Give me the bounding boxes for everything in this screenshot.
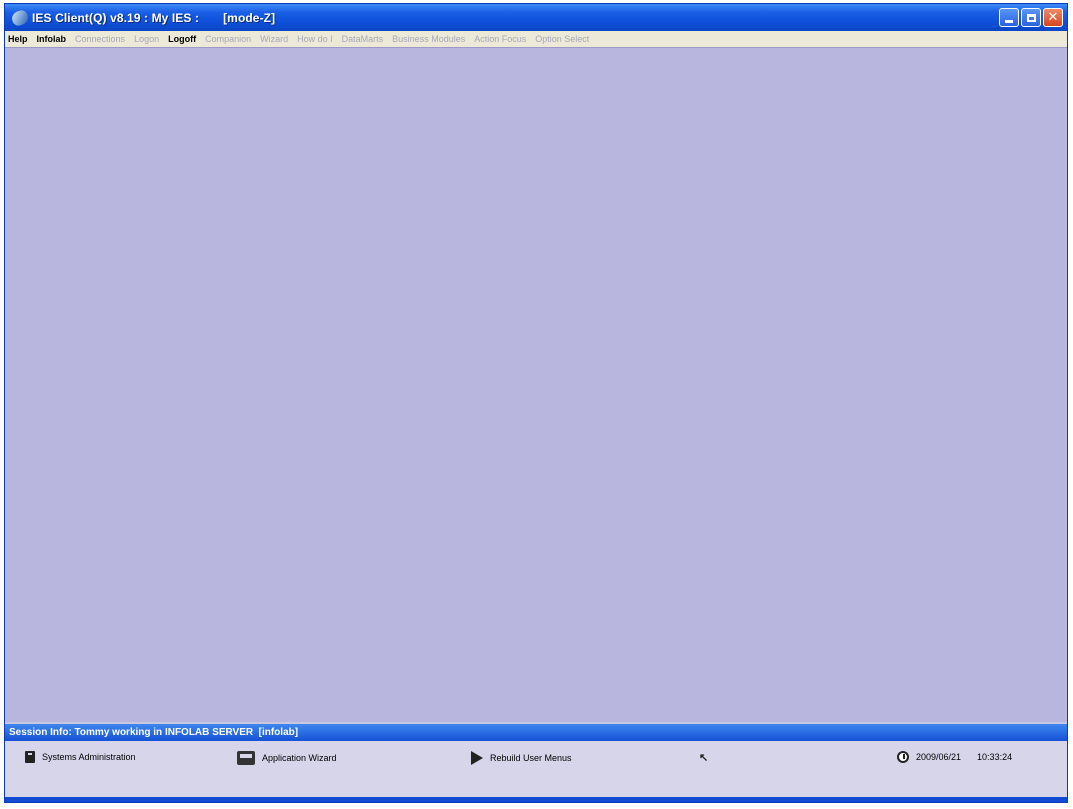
- menu-datamarts: DataMarts: [341, 34, 384, 44]
- application-wizard-label: Application Wizard: [262, 753, 337, 763]
- workspace-area[interactable]: [5, 47, 1067, 722]
- menu-action-focus: Action Focus: [474, 34, 527, 44]
- minimize-icon: [1005, 19, 1013, 23]
- session-info-bar: Session Info: Tommy working in INFOLAB S…: [5, 724, 1067, 741]
- menu-logon: Logon: [134, 34, 160, 44]
- restore-button[interactable]: ↖: [699, 751, 708, 764]
- rebuild-user-menus-button[interactable]: Rebuild User Menus: [471, 751, 572, 765]
- systems-administration-button[interactable]: Systems Administration: [25, 751, 136, 763]
- title-bar[interactable]: IES Client(Q) v8.19 : My IES : [mode-Z] …: [5, 4, 1067, 31]
- rebuild-user-menus-label: Rebuild User Menus: [490, 753, 572, 763]
- menu-wizard: Wizard: [260, 34, 289, 44]
- minimize-button[interactable]: [999, 8, 1019, 27]
- menu-option-select: Option Select: [535, 34, 590, 44]
- menu-infolab[interactable]: Infolab: [37, 34, 67, 44]
- date-display: 2009/06/21: [916, 752, 962, 762]
- application-wizard-button[interactable]: Application Wizard: [237, 751, 337, 765]
- clock-area: 2009/06/21 10:33:24: [897, 751, 1012, 763]
- window-title: IES Client(Q) v8.19 : My IES : [mode-Z]: [32, 10, 276, 25]
- menu-how-do-i: How do I: [297, 34, 333, 44]
- maximize-button[interactable]: [1021, 8, 1041, 27]
- close-button[interactable]: ✕: [1043, 8, 1063, 27]
- window-controls: ✕: [999, 8, 1063, 27]
- menu-connections: Connections: [75, 34, 126, 44]
- menu-business-modules: Business Modules: [392, 34, 466, 44]
- menu-companion: Companion: [205, 34, 252, 44]
- app-logo-icon[interactable]: [10, 8, 30, 27]
- time-display: 10:33:24: [977, 752, 1013, 762]
- menu-bar: Help Infolab Connections Logon Logoff Co…: [5, 31, 1067, 47]
- maximize-icon: [1026, 13, 1036, 22]
- systems-administration-label: Systems Administration: [42, 752, 136, 762]
- systems-administration-icon: [25, 751, 35, 763]
- shortcut-bar: Systems Administration Application Wizar…: [5, 741, 1067, 797]
- clock-icon: [897, 751, 909, 763]
- menu-logoff[interactable]: Logoff: [168, 34, 196, 44]
- close-icon: ✕: [1047, 10, 1059, 25]
- rebuild-menus-icon: [471, 751, 483, 765]
- menu-help[interactable]: Help: [8, 34, 28, 44]
- bottom-status-strip: [5, 797, 1067, 802]
- application-wizard-icon: [237, 751, 255, 765]
- app-window: IES Client(Q) v8.19 : My IES : [mode-Z] …: [4, 3, 1068, 803]
- arrow-icon: ↖: [699, 752, 709, 764]
